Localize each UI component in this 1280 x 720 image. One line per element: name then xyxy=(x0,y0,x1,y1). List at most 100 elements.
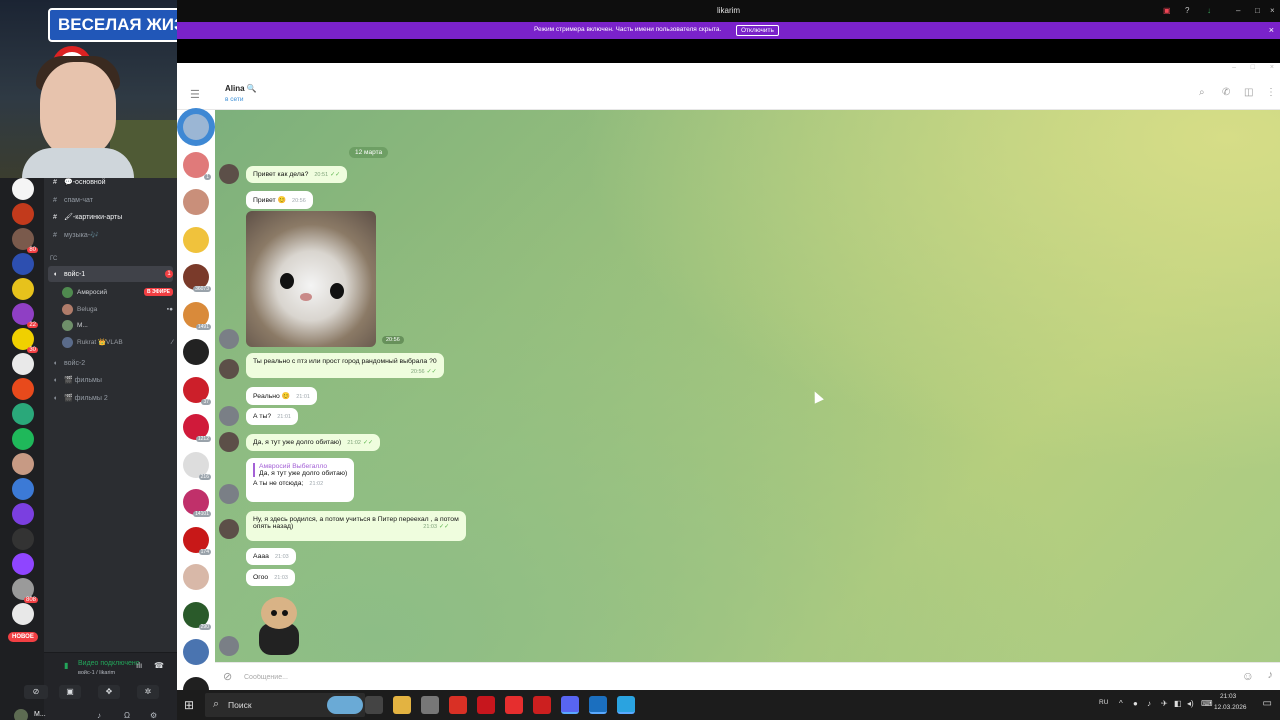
message-bubble[interactable]: Ты реально с птз или прост город рандомн… xyxy=(246,353,444,378)
clock-time[interactable]: 21:03 xyxy=(1220,693,1236,700)
keyboard-icon[interactable]: ⌨ xyxy=(1201,699,1213,708)
taskbar-app-icon[interactable] xyxy=(617,696,635,714)
download-icon[interactable]: ↓ xyxy=(1207,6,1211,15)
notifications-icon[interactable]: ▭ xyxy=(1263,698,1272,709)
screen-share-button[interactable]: ▣ xyxy=(59,685,81,699)
message-bubble[interactable]: Привет как дела? 20:51 ✓✓ xyxy=(246,166,348,183)
server-icon[interactable] xyxy=(12,253,34,275)
channel-text-art[interactable]: # 🖌-картинки-арты xyxy=(48,209,173,225)
microphone-icon[interactable]: ♪ xyxy=(97,711,101,720)
taskbar-app-icon[interactable] xyxy=(421,696,439,714)
dialog-avatar[interactable] xyxy=(183,564,209,590)
chat-title[interactable]: Alina 🔍 xyxy=(225,84,257,93)
emoji-icon[interactable]: ☺ xyxy=(1242,669,1254,683)
maximize-icon[interactable]: □ xyxy=(1255,6,1260,15)
headphones-icon[interactable]: Ω xyxy=(124,711,130,720)
avatar[interactable] xyxy=(219,484,239,504)
channel-voice-movies-2[interactable]: ◖ 🎬 фильмы 2 xyxy=(48,390,173,406)
dialog-avatar[interactable] xyxy=(183,639,209,665)
server-icon[interactable] xyxy=(12,378,34,400)
server-icon[interactable] xyxy=(12,553,34,575)
maximize-icon[interactable]: □ xyxy=(1251,64,1255,71)
volume-icon[interactable]: ◂) xyxy=(1187,699,1194,708)
disable-streamer-mode-button[interactable]: Отключить xyxy=(736,25,779,36)
dialog-avatar[interactable]: 290 xyxy=(183,601,211,630)
minimize-icon[interactable]: – xyxy=(1236,6,1240,15)
server-icon[interactable] xyxy=(12,278,34,300)
dialog-avatar[interactable]: 216 xyxy=(183,451,211,480)
server-icon[interactable]: 30 xyxy=(12,328,38,353)
voice-user[interactable]: Beluga ▪● xyxy=(62,301,173,317)
help-icon[interactable]: ? xyxy=(1185,6,1189,15)
server-icon[interactable]: 22 xyxy=(12,303,38,328)
avatar[interactable] xyxy=(219,329,239,349)
channel-voice-1[interactable]: ◖ войс-1 1 xyxy=(48,266,173,282)
taskbar-app-icon[interactable] xyxy=(561,696,579,714)
taskbar-app-icon[interactable] xyxy=(449,696,467,714)
channel-voice-movies[interactable]: ◖ 🎬 фильмы xyxy=(48,372,173,388)
server-icon[interactable] xyxy=(12,478,34,500)
reply-quote[interactable]: Амвросий Выбегалло Да, я тут уже долго о… xyxy=(253,463,347,477)
more-options-icon[interactable]: ⋮ xyxy=(1266,87,1276,98)
dialog-avatar[interactable] xyxy=(183,189,209,215)
server-icon[interactable] xyxy=(12,503,34,525)
message-bubble[interactable]: Привет 😊 20:56 xyxy=(246,191,313,209)
microphone-icon[interactable]: ♪ xyxy=(1268,669,1274,681)
noise-suppression-icon[interactable]: ılı xyxy=(136,661,142,670)
message-bubble[interactable]: А ты? 21:01 xyxy=(246,408,298,425)
message-bubble[interactable]: Амвросий Выбегалло Да, я тут уже долго о… xyxy=(246,458,355,502)
streamer-mode-icon[interactable]: ▣ xyxy=(1163,6,1171,15)
sidebar-toggle-icon[interactable]: ◫ xyxy=(1244,87,1253,98)
hamster-sticker[interactable] xyxy=(257,597,301,655)
voice-channel-path[interactable]: войс-1 / likarim xyxy=(78,670,115,676)
hamburger-menu-icon[interactable]: ☰ xyxy=(190,88,200,101)
clock-date[interactable]: 12.03.2026 xyxy=(1214,704,1247,711)
avatar[interactable] xyxy=(219,406,239,426)
message-bubble[interactable]: Реально 😊 21:01 xyxy=(246,387,317,405)
tray-app-icon[interactable]: ◧ xyxy=(1174,699,1182,708)
server-icon[interactable] xyxy=(12,178,34,200)
avatar[interactable] xyxy=(219,164,239,184)
taskbar-app-icon[interactable] xyxy=(505,696,523,714)
voice-user[interactable]: Амвросий В ЭФИРЕ xyxy=(62,284,173,300)
server-icon[interactable] xyxy=(12,403,34,425)
voice-user[interactable]: M... xyxy=(62,317,173,333)
avatar[interactable] xyxy=(219,432,239,452)
server-icon[interactable] xyxy=(12,353,34,375)
server-icon[interactable] xyxy=(12,428,34,450)
dialog-avatar[interactable]: 1 xyxy=(183,151,211,180)
dialog-avatar[interactable]: 1212 xyxy=(183,414,211,442)
search-icon[interactable]: ⌕ xyxy=(1199,87,1205,98)
dialog-avatar[interactable]: 174 xyxy=(183,526,211,555)
close-icon[interactable]: × xyxy=(1270,64,1274,71)
tray-app-icon[interactable]: ✈ xyxy=(1161,699,1168,708)
voice-user[interactable]: Rukrat 👑VLAB ⁄ xyxy=(62,334,173,350)
channel-text-main[interactable]: # 💬-основной xyxy=(48,174,173,190)
category-voice[interactable]: ГС xyxy=(48,251,173,267)
dialog-avatar[interactable] xyxy=(183,226,209,253)
dialog-avatar[interactable] xyxy=(183,339,209,365)
dialog-avatar[interactable]: 14101 xyxy=(183,489,211,517)
dialog-avatar[interactable] xyxy=(183,114,209,140)
message-bubble[interactable]: Аааа 21:03 xyxy=(246,548,296,565)
message-bubble[interactable]: Да, я тут уже долго обитаю) 21:02 ✓✓ xyxy=(246,434,381,451)
server-icon[interactable] xyxy=(12,528,34,550)
server-icon[interactable] xyxy=(12,203,34,225)
paperclip-icon[interactable]: ⊘ xyxy=(223,670,232,683)
server-icon[interactable] xyxy=(12,453,34,475)
tray-mic-icon[interactable]: ♪ xyxy=(1147,699,1151,708)
taskbar-app-icon[interactable] xyxy=(477,696,495,714)
dialog-avatar[interactable]: 1491 xyxy=(183,301,211,330)
channel-voice-2[interactable]: ◖ войс-2 xyxy=(48,355,173,371)
server-icon[interactable] xyxy=(12,603,34,625)
avatar[interactable] xyxy=(219,519,239,539)
taskbar-app-icon[interactable] xyxy=(589,696,607,714)
minimize-icon[interactable]: – xyxy=(1232,64,1236,71)
close-icon[interactable]: × xyxy=(1270,6,1275,15)
phone-icon[interactable]: ✆ xyxy=(1222,87,1230,98)
dialog-avatar[interactable]: 36073 xyxy=(183,264,211,292)
language-indicator[interactable]: RU xyxy=(1099,699,1108,706)
activities-button[interactable]: ✥ xyxy=(98,685,120,699)
soundboard-button[interactable]: ✲ xyxy=(137,685,159,699)
taskbar-app-icon[interactable] xyxy=(327,696,363,714)
